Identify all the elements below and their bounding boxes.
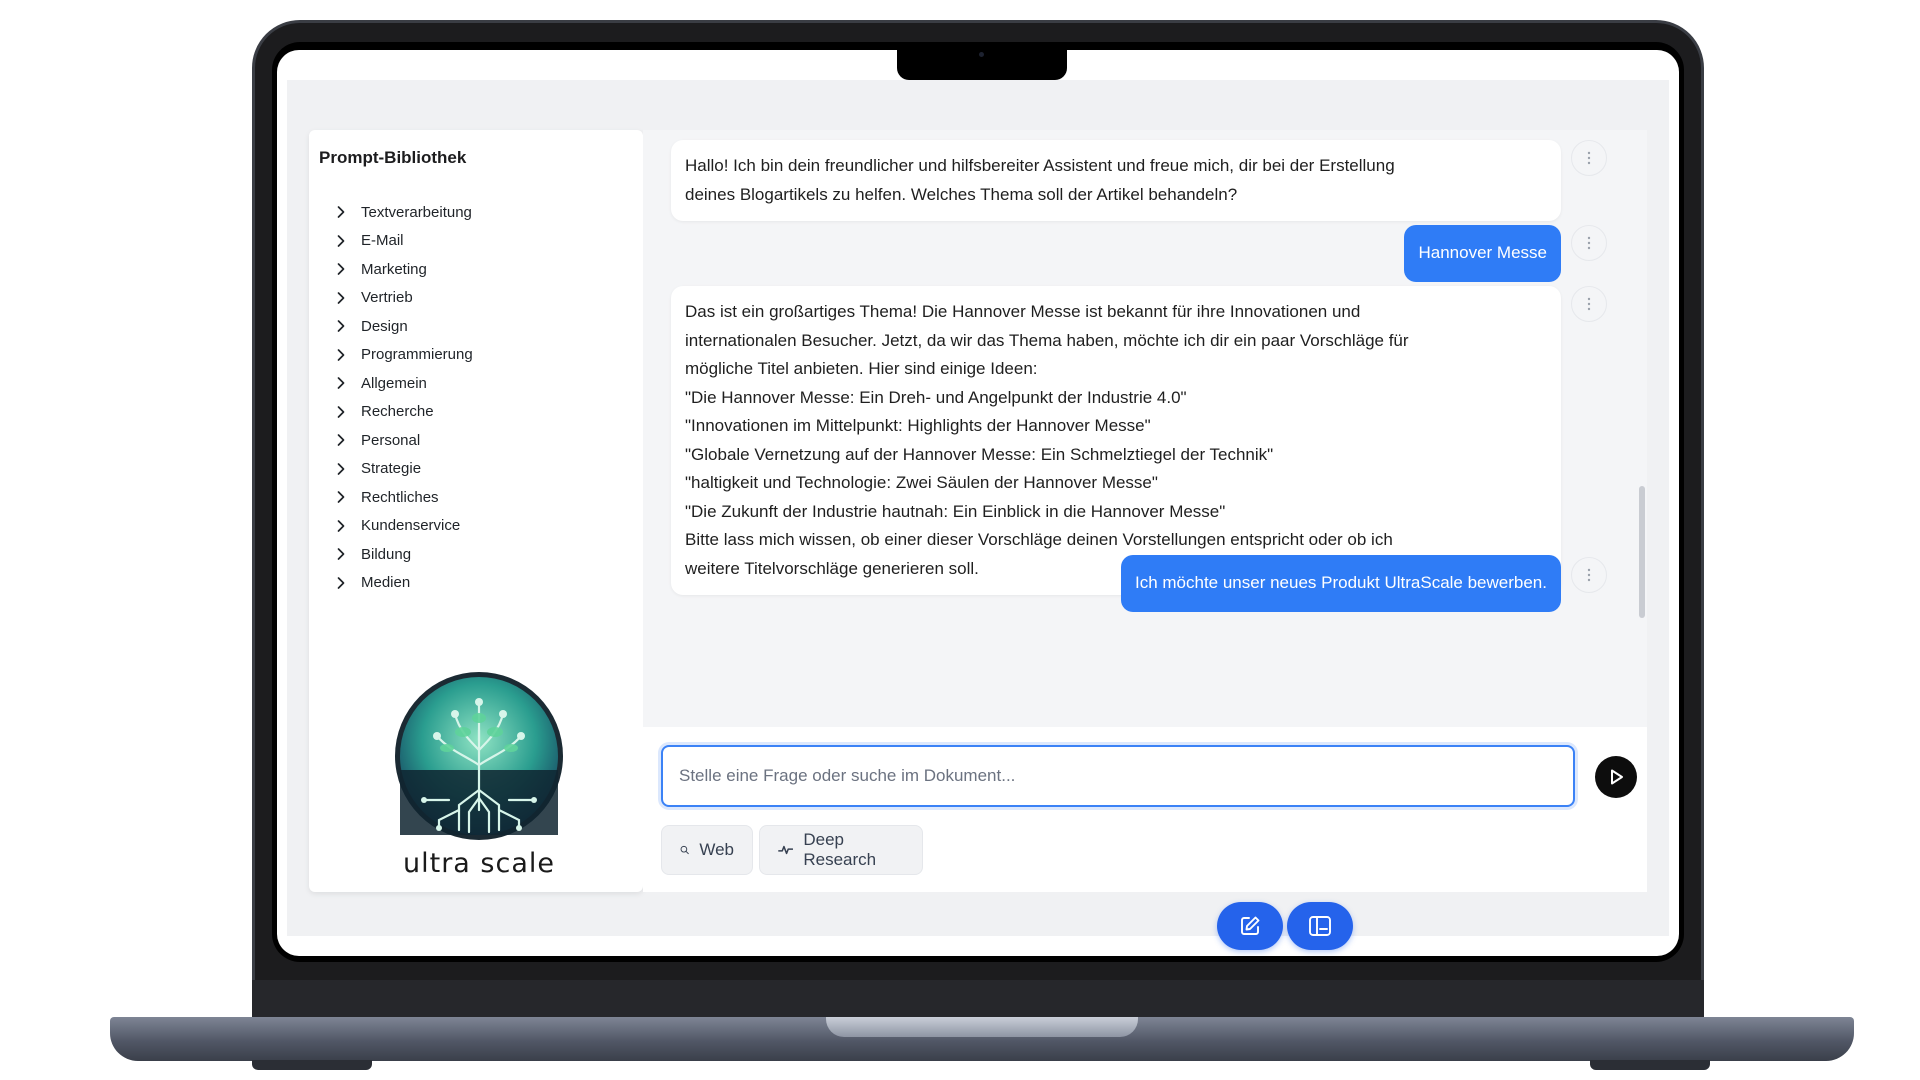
- category-label: Strategie: [361, 460, 422, 478]
- deep-research-label: Deep Research: [803, 830, 877, 869]
- message-options-button[interactable]: [1571, 557, 1607, 593]
- message-line: "Globale Vernetzung auf der Hannover Mes…: [685, 444, 1274, 464]
- question-input[interactable]: [661, 745, 1575, 807]
- more-vertical-icon: [1587, 568, 1591, 582]
- message-line: Hallo! Ich bin dein freundlicher und hil…: [685, 156, 1395, 175]
- category-item[interactable]: Design: [331, 312, 473, 341]
- ultra-scale-logo: ultra scale: [379, 670, 579, 880]
- chevron-right-icon: [331, 233, 351, 249]
- chevron-right-icon: [331, 375, 351, 391]
- message-line: Hannover Messe: [1418, 243, 1547, 262]
- composer: Web Deep Research: [643, 727, 1647, 892]
- category-list: Textverarbeitung E-Mail Marketing Vertrieb D…: [331, 198, 473, 597]
- book-icon: [1309, 916, 1331, 936]
- chevron-right-icon: [331, 489, 351, 505]
- deep-research-button[interactable]: Deep Research: [759, 825, 923, 875]
- user-message: Ich möchte unser neues Produkt UltraScal…: [1120, 555, 1561, 612]
- message-line: internationalen Besucher. Jetzt, da wir …: [685, 330, 1409, 350]
- category-item[interactable]: Programmierung: [331, 341, 473, 370]
- category-item[interactable]: Vertrieb: [331, 284, 473, 313]
- category-item[interactable]: Kundenservice: [331, 512, 473, 541]
- message-line: Bitte lass mich wissen, ob einer dieser …: [685, 530, 1393, 549]
- library-toggle-button[interactable]: [1287, 902, 1353, 950]
- web-label: Web: [699, 840, 734, 859]
- category-item[interactable]: Personal: [331, 426, 473, 455]
- screen: Prompt-Bibliothek Textverarbeitung E-Mail…: [277, 50, 1679, 956]
- category-item[interactable]: Bildung: [331, 540, 473, 569]
- user-message: Hannover Messe: [1404, 225, 1561, 282]
- logo-tree-icon: [395, 672, 563, 840]
- chevron-right-icon: [331, 404, 351, 420]
- laptop-hinge: [252, 980, 1704, 1020]
- category-item[interactable]: Strategie: [331, 455, 473, 484]
- category-label: Recherche: [361, 403, 434, 421]
- chevron-right-icon: [331, 575, 351, 591]
- message-options-button[interactable]: [1571, 225, 1607, 261]
- chevron-right-icon: [331, 518, 351, 534]
- chat-panel: Hallo! Ich bin dein freundlicher und hil…: [643, 130, 1647, 892]
- new-chat-button[interactable]: [1217, 902, 1283, 950]
- app-window: Prompt-Bibliothek Textverarbeitung E-Mail…: [287, 80, 1669, 950]
- laptop-foot: [1590, 1060, 1710, 1070]
- message-options-button[interactable]: [1571, 286, 1607, 322]
- chevron-right-icon: [331, 461, 351, 477]
- category-label: Personal: [361, 431, 421, 449]
- camera-notch: [897, 48, 1067, 80]
- category-item[interactable]: Allgemein: [331, 369, 473, 398]
- chevron-right-icon: [331, 546, 351, 562]
- chevron-right-icon: [331, 204, 351, 220]
- laptop-foot: [252, 1060, 372, 1070]
- message-line: "Die Hannover Messe: Ein Dreh- und Angel…: [685, 387, 1187, 407]
- message-line: Das ist ein großartiges Thema! Die Hanno…: [685, 302, 1361, 321]
- category-label: Vertrieb: [361, 289, 413, 307]
- camera-icon: [979, 52, 984, 57]
- category-item[interactable]: E-Mail: [331, 227, 473, 256]
- category-label: Textverarbeitung: [361, 203, 472, 221]
- category-label: Medien: [361, 574, 411, 592]
- message-line: Ich möchte unser neues Produkt UltraScal…: [1134, 573, 1547, 592]
- prompt-library-sidebar: Prompt-Bibliothek Textverarbeitung E-Mail…: [309, 130, 643, 892]
- send-button[interactable]: [1595, 756, 1637, 798]
- message-line: "Innovationen im Mittelpunkt: Highlights…: [685, 416, 1151, 435]
- category-label: Design: [361, 317, 408, 335]
- message-options-button[interactable]: [1571, 140, 1607, 176]
- category-label: Marketing: [361, 260, 427, 278]
- category-label: Kundenservice: [361, 517, 461, 535]
- chevron-right-icon: [331, 290, 351, 306]
- chevron-right-icon: [331, 432, 351, 448]
- message-line: deines Blogartikels zu helfen. Welches T…: [685, 184, 1238, 204]
- search-icon: [680, 845, 689, 855]
- category-item[interactable]: Medien: [331, 569, 473, 598]
- play-icon: [1611, 769, 1623, 785]
- scrollbar[interactable]: [1639, 486, 1645, 618]
- activity-icon: [778, 845, 794, 855]
- logo-wordmark: ultra scale: [403, 848, 555, 879]
- edit-icon: [1241, 916, 1260, 935]
- chevron-right-icon: [331, 347, 351, 363]
- category-label: Programmierung: [361, 346, 473, 364]
- chevron-right-icon: [331, 318, 351, 334]
- more-vertical-icon: [1587, 151, 1591, 165]
- sidebar-title: Prompt-Bibliothek: [319, 148, 467, 167]
- category-item[interactable]: Rechtliches: [331, 483, 473, 512]
- message-list: Hallo! Ich bin dein freundlicher und hil…: [643, 130, 1647, 727]
- more-vertical-icon: [1587, 236, 1591, 250]
- category-item[interactable]: Textverarbeitung: [331, 198, 473, 227]
- web-search-button[interactable]: Web: [661, 825, 753, 875]
- more-vertical-icon: [1587, 297, 1591, 311]
- chevron-right-icon: [331, 261, 351, 277]
- category-item[interactable]: Recherche: [331, 398, 473, 427]
- message-line: "Die Zukunft der Industrie hautnah: Ein …: [685, 501, 1226, 521]
- category-label: Bildung: [361, 545, 412, 563]
- assistant-message: Hallo! Ich bin dein freundlicher und hil…: [671, 140, 1561, 221]
- message-line: mögliche Titel anbieten. Hier sind einig…: [685, 359, 1038, 378]
- category-label: E-Mail: [361, 232, 404, 250]
- category-label: Allgemein: [361, 374, 427, 392]
- category-item[interactable]: Marketing: [331, 255, 473, 284]
- category-label: Rechtliches: [361, 488, 439, 506]
- message-line: "haltigkeit und Technologie: Zwei Säulen…: [685, 473, 1158, 492]
- assistant-message: Das ist ein großartiges Thema! Die Hanno…: [671, 286, 1561, 595]
- laptop-base-notch: [826, 1017, 1138, 1037]
